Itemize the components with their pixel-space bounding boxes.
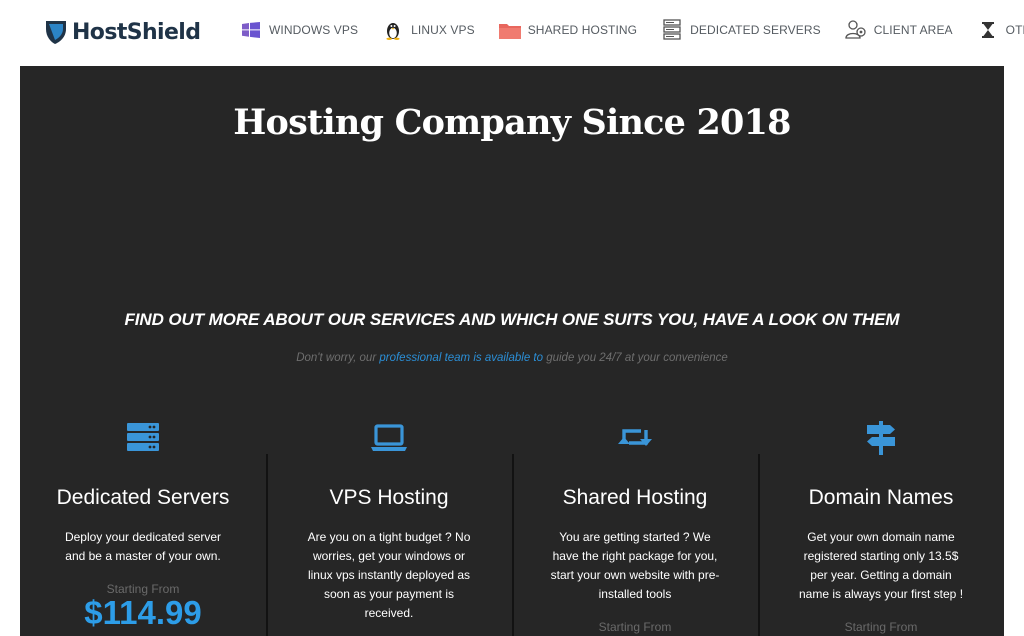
nav-item-client-area[interactable]: CLIENT AREA (845, 19, 953, 41)
nav-item-dedicated-servers[interactable]: DEDICATED SERVERS (661, 19, 821, 41)
nav-item-shared-hosting[interactable]: SHARED HOSTING (498, 19, 638, 41)
brand-name: HostShield (72, 19, 201, 45)
services-tagline: Don't worry, our professional team is av… (20, 352, 1004, 364)
nav-item-other[interactable]: OTHER (977, 19, 1024, 41)
services-heading: FIND OUT MORE ABOUT OUR SERVICES AND WHI… (124, 310, 900, 329)
shield-logo-icon (46, 21, 66, 44)
tagline-link[interactable]: professional team is available to (379, 352, 543, 364)
service-title: Shared Hosting (562, 486, 708, 509)
laptop-icon (266, 420, 512, 454)
service-title: VPS Hosting (329, 486, 449, 509)
windows-icon (240, 19, 262, 41)
top-navigation-bar: HostShield WINDOWS VPS LINUX VPS SHARED … (0, 0, 1024, 66)
server-icon (20, 420, 266, 454)
starting-from-label: Starting From (598, 620, 672, 634)
starting-from-label: Starting From (844, 620, 918, 634)
services-grid: Dedicated Servers Deploy your dedicated … (20, 416, 1004, 636)
page-title: Hosting Company Since 2018 (233, 102, 791, 143)
column-divider (758, 454, 760, 636)
nav-label: DEDICATED SERVERS (690, 23, 821, 37)
service-description: Deploy your dedicated server and be a ma… (64, 530, 222, 563)
tagline-text: guide you 24/7 at your convenience (543, 352, 728, 364)
nav-label: OTHER (1005, 23, 1024, 37)
brand-logo[interactable]: HostShield (44, 16, 201, 48)
nav-label: CLIENT AREA (873, 23, 953, 37)
column-divider (512, 454, 514, 636)
linux-penguin-icon (382, 19, 404, 41)
service-card-domains[interactable]: Domain Names Get your own domain name re… (758, 416, 1004, 636)
service-card-vps[interactable]: VPS Hosting Are you on a tight budget ? … (266, 416, 512, 636)
signpost-icon (758, 420, 1004, 455)
service-title: Domain Names (808, 486, 954, 509)
retweet-icon (512, 420, 758, 454)
service-price: $114.99 (84, 594, 202, 631)
service-description: Get your own domain name registered star… (798, 530, 964, 601)
column-divider (266, 454, 268, 636)
folder-icon (498, 19, 521, 41)
service-card-dedicated[interactable]: Dedicated Servers Deploy your dedicated … (20, 416, 266, 636)
users-icon (845, 19, 867, 41)
nav-label: WINDOWS VPS (269, 23, 359, 37)
nav-label: LINUX VPS (411, 23, 475, 37)
nav-item-linux-vps[interactable]: LINUX VPS (382, 19, 475, 41)
service-description: You are getting started ? We have the ri… (550, 530, 720, 601)
hero-section: Hosting Company Since 2018 FIND OUT MORE… (20, 66, 1004, 636)
service-card-shared[interactable]: Shared Hosting You are getting started ?… (512, 416, 758, 636)
hourglass-icon (977, 19, 999, 41)
service-title: Dedicated Servers (56, 486, 230, 509)
service-description: Are you on a tight budget ? No worries, … (307, 530, 471, 620)
main-nav: WINDOWS VPS LINUX VPS SHARED HOSTING DED… (240, 0, 1024, 60)
server-rack-icon (661, 19, 683, 41)
tagline-text: Don't worry, our (296, 352, 380, 364)
nav-item-windows-vps[interactable]: WINDOWS VPS (240, 19, 358, 41)
nav-label: SHARED HOSTING (527, 23, 638, 37)
